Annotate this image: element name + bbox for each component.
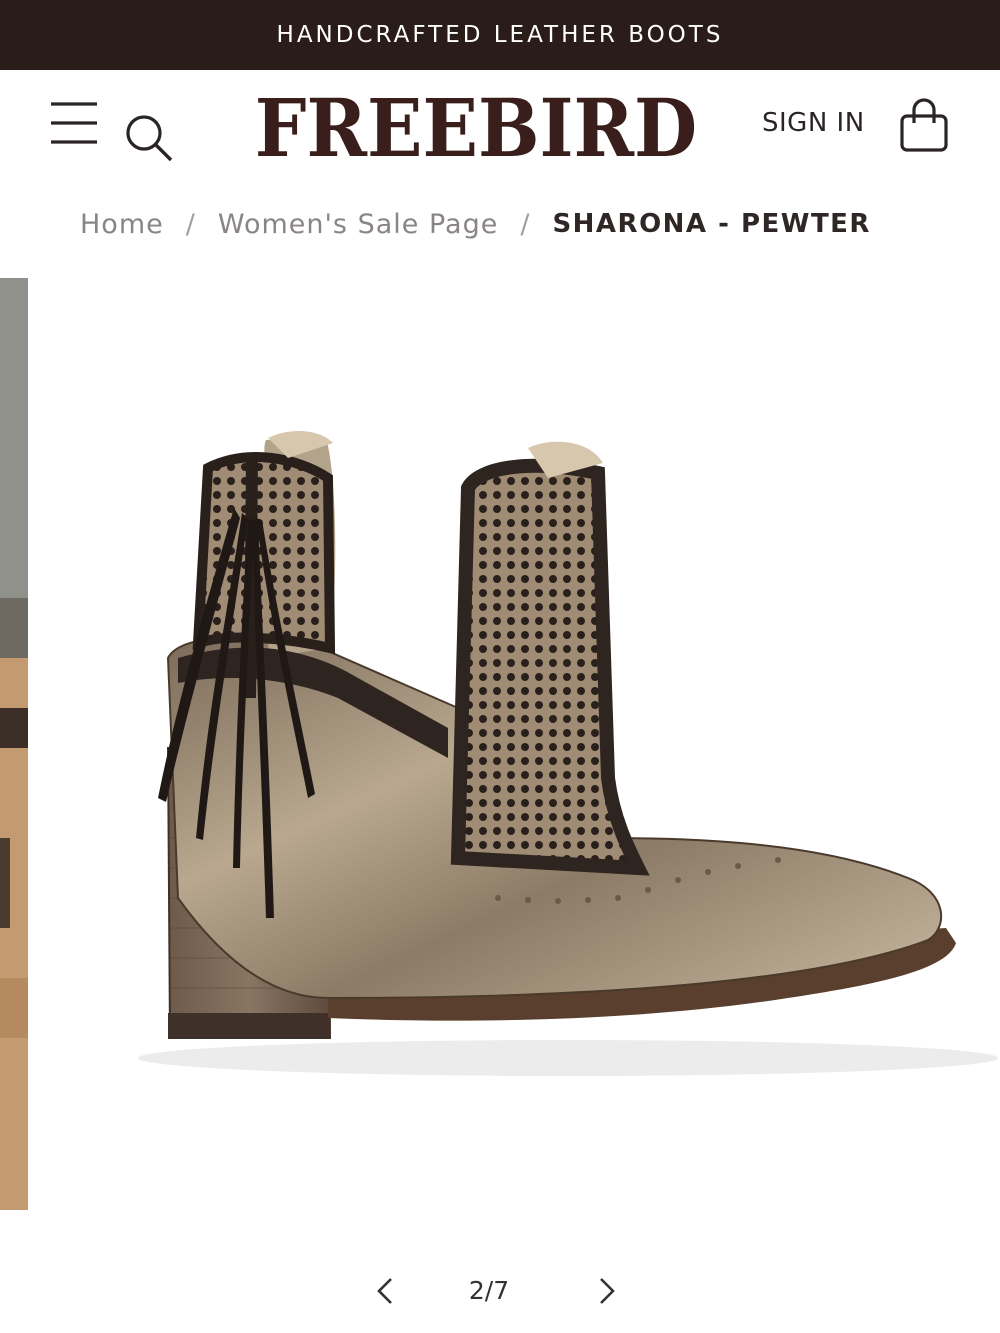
breadcrumb-current-product: SHARONA - PEWTER <box>552 209 871 239</box>
product-boot-image[interactable] <box>28 278 1000 1212</box>
cart-button[interactable] <box>896 96 952 154</box>
breadcrumb-womens-sale-link[interactable]: Women's Sale Page <box>218 209 498 240</box>
shopping-bag-icon <box>900 98 948 152</box>
freebird-logo[interactable]: FREEBIRD <box>238 78 715 178</box>
sign-in-link[interactable]: SIGN IN <box>762 108 865 138</box>
breadcrumb-separator: / <box>520 208 531 240</box>
gallery-image-counter: 2/7 <box>468 1276 510 1305</box>
announcement-bar: HANDCRAFTED LEATHER BOOTS <box>0 0 1000 70</box>
gallery-pagination: 2/7 <box>360 1266 640 1316</box>
breadcrumb-separator: / <box>185 208 196 240</box>
search-icon <box>126 115 173 162</box>
next-image-button[interactable] <box>586 1274 626 1308</box>
search-button[interactable] <box>122 112 176 164</box>
hamburger-menu-icon <box>51 102 97 144</box>
site-header: FREEBIRD SIGN IN <box>0 70 1000 190</box>
previous-image-button[interactable] <box>366 1274 406 1308</box>
product-image-gallery[interactable] <box>0 278 1000 1212</box>
chevron-left-icon <box>377 1278 392 1304</box>
chevron-right-icon <box>600 1278 615 1304</box>
menu-button[interactable] <box>48 100 100 146</box>
breadcrumb-home-link[interactable]: Home <box>80 209 164 240</box>
previous-slide-peek-image[interactable] <box>0 278 28 1210</box>
breadcrumb: Home / Women's Sale Page / SHARONA - PEW… <box>80 204 871 244</box>
announcement-text: HANDCRAFTED LEATHER BOOTS <box>276 22 724 48</box>
